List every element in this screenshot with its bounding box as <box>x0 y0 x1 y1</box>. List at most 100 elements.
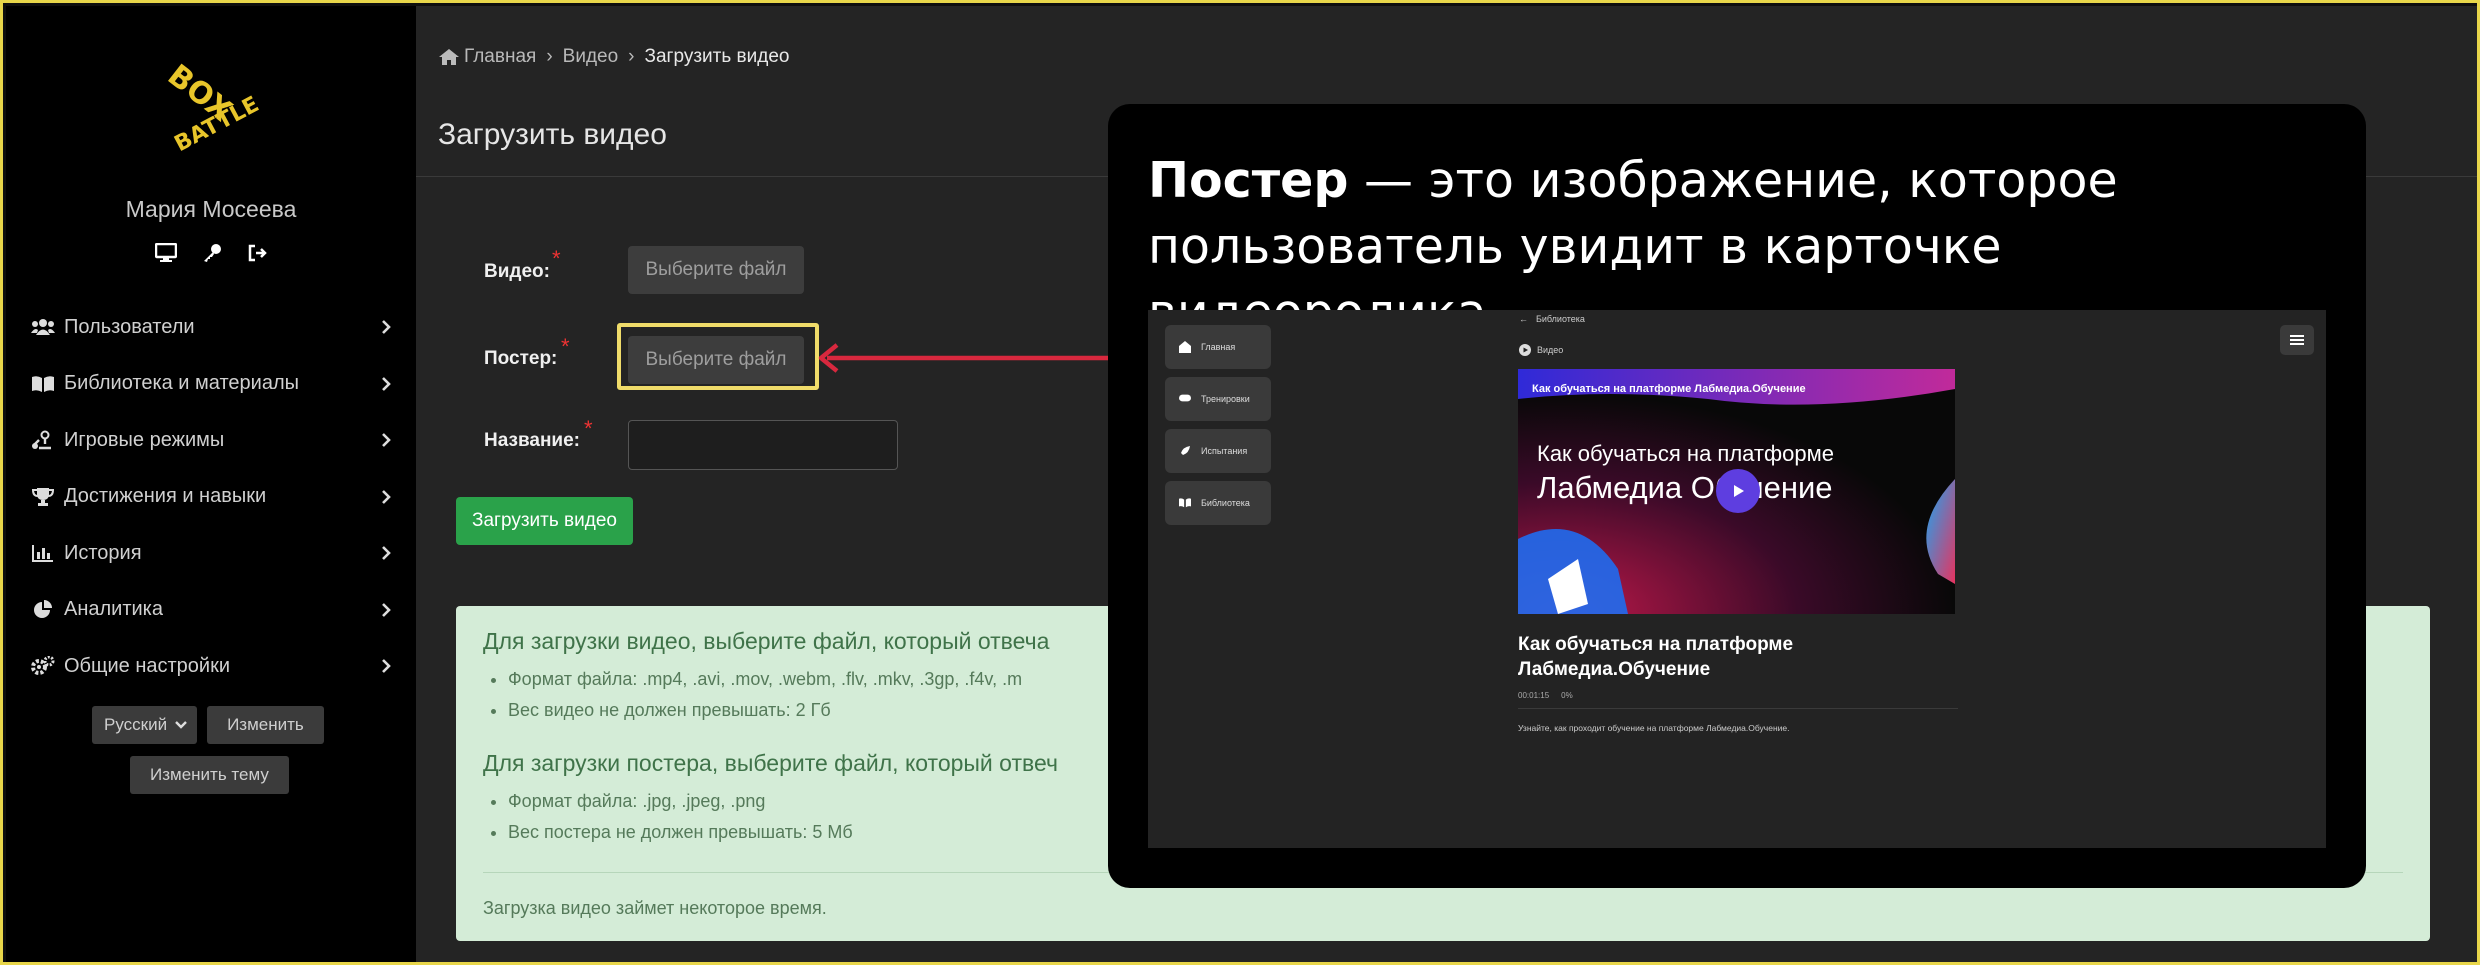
list-item: Формат файла: .jpg, .jpeg, .png <box>508 786 853 817</box>
gears-icon <box>30 655 56 677</box>
language-value: Русский <box>104 715 168 734</box>
language-select[interactable]: Русский <box>92 706 198 744</box>
home-icon <box>1179 341 1191 353</box>
breadcrumb: Главная › Видео › Загрузить видео <box>438 46 789 68</box>
logout-icon[interactable] <box>246 242 270 264</box>
video-requirements-list: Формат файла: .mp4, .avi, .mov, .webm, .… <box>508 664 1022 726</box>
sidebar-item-achievements[interactable]: Достижения и навыки <box>30 469 400 526</box>
play-button-icon <box>1716 469 1760 513</box>
sidebar-item-library[interactable]: Библиотека и материалы <box>30 356 400 413</box>
language-row: Русский Изменить <box>92 706 324 744</box>
video-requirements-heading: Для загрузки видео, выберите файл, котор… <box>483 628 1050 654</box>
required-marker: * <box>552 246 561 271</box>
monitor-icon[interactable] <box>154 242 178 264</box>
preview-nav-label: Тренировки <box>1201 394 1250 404</box>
hamburger-menu-icon <box>2280 325 2314 355</box>
preview-back-label: Библиотека <box>1536 314 1585 324</box>
upload-video-button[interactable]: Загрузить видео <box>456 497 633 545</box>
poster-requirements-list: Формат файла: .jpg, .jpeg, .png Вес пост… <box>508 786 853 848</box>
required-marker: * <box>584 416 593 441</box>
preview-section: Видео <box>1519 344 1563 356</box>
preview-nav-label: Главная <box>1201 342 1236 352</box>
poster-requirements-heading: Для загрузки постера, выберите файл, кот… <box>483 750 1058 776</box>
user-name: Мария Мосеева <box>125 196 297 222</box>
video-label: Видео: <box>484 261 550 282</box>
chevron-right-icon <box>382 659 391 674</box>
poster-preview-screenshot: Главная Тренировки Испытания Библиотека … <box>1148 310 2326 848</box>
pie-chart-icon <box>30 599 56 621</box>
breadcrumb-current: Загрузить видео <box>644 46 790 67</box>
preview-back-link: ← Библиотека <box>1519 314 1585 324</box>
users-icon <box>30 316 56 338</box>
video-poster-thumbnail: Как обучаться на платформе Лабмедиа.Обуч… <box>1518 369 1955 614</box>
thumbnail-line-2: Лабмедиа Обучение <box>1537 470 1833 505</box>
user-actions <box>154 242 270 264</box>
thumbnail-line-1: Как обучаться на платформе <box>1537 441 1834 466</box>
preview-nav-trainings: Тренировки <box>1165 377 1271 421</box>
list-item: Вес постера не должен превышать: 5 Мб <box>508 817 853 848</box>
preview-duration: 00:01:15 <box>1518 691 1550 700</box>
poster-label: Постер: <box>484 348 558 369</box>
sidebar-item-label: Игровые режимы <box>64 428 225 451</box>
name-input[interactable] <box>628 420 898 470</box>
sidebar-item-label: Пользователи <box>64 315 195 338</box>
screenshot-frame: BOX BATTLE Мария Мосеева Пользователи Би… <box>0 0 2480 965</box>
preview-nav-label: Испытания <box>1201 446 1248 456</box>
preview-nav-label: Библиотека <box>1201 498 1250 508</box>
thumbnail-caption: Как обучаться на платформе Лабмедиа.Обуч… <box>1532 383 1806 395</box>
chevron-right-icon <box>382 376 391 391</box>
preview-nav-library: Библиотека <box>1165 481 1271 525</box>
sidebar-item-game-modes[interactable]: Игровые режимы <box>30 412 400 469</box>
key-icon[interactable] <box>200 242 224 264</box>
name-label: Название: <box>484 430 581 451</box>
preview-video-meta: 00:01:15 0% <box>1518 691 1573 700</box>
preview-section-label: Видео <box>1537 345 1564 355</box>
chevron-right-icon <box>382 320 391 335</box>
chevron-right-icon <box>382 546 391 561</box>
sidebar-item-label: История <box>64 541 142 564</box>
preview-video-title: Как обучаться на платформе Лабмедиа.Обуч… <box>1518 634 1794 680</box>
chevron-right-icon <box>382 602 391 617</box>
book-icon <box>30 373 56 395</box>
poster-highlight-box <box>617 323 819 390</box>
book-icon <box>1179 497 1191 509</box>
change-language-button[interactable]: Изменить <box>207 706 324 744</box>
upload-time-note: Загрузка видео займет некоторое время. <box>483 898 827 918</box>
preview-nav-challenges: Испытания <box>1165 429 1271 473</box>
chevron-down-icon <box>175 721 187 729</box>
gamepad-icon <box>1179 393 1191 405</box>
chevron-right-icon <box>382 489 391 504</box>
arrow-left-icon: ← <box>1519 314 1528 324</box>
breadcrumb-video[interactable]: Видео <box>563 46 619 68</box>
change-theme-button[interactable]: Изменить тему <box>130 756 289 794</box>
required-marker: * <box>561 334 570 359</box>
page-title: Загрузить видео <box>438 118 667 151</box>
preview-divider <box>1518 708 1958 709</box>
list-item: Формат файла: .mp4, .avi, .mov, .webm, .… <box>508 664 1022 695</box>
home-icon <box>439 49 459 65</box>
sidebar: BOX BATTLE Мария Мосеева Пользователи Би… <box>6 6 416 962</box>
sidebar-item-settings[interactable]: Общие настройки <box>30 638 400 695</box>
breadcrumb-home[interactable]: Главная <box>464 46 536 68</box>
sidebar-item-label: Аналитика <box>64 598 163 621</box>
trophy-icon <box>30 486 56 508</box>
sidebar-item-history[interactable]: История <box>30 525 400 582</box>
sidebar-menu: Пользователи Библиотека и материалы Игро… <box>30 299 400 695</box>
bar-chart-icon <box>30 542 56 564</box>
sidebar-item-label: Библиотека и материалы <box>64 372 299 395</box>
chevron-right-icon <box>382 433 391 448</box>
sidebar-item-label: Достижения и навыки <box>64 485 267 508</box>
callout-card: Постер — это изображение, которое пользо… <box>1108 104 2366 888</box>
sidebar-item-analytics[interactable]: Аналитика <box>30 582 400 639</box>
sidebar-item-users[interactable]: Пользователи <box>30 299 400 356</box>
logo[interactable]: BOX BATTLE <box>161 56 271 157</box>
sidebar-item-label: Общие настройки <box>64 654 230 677</box>
play-circle-icon <box>1519 344 1531 356</box>
preview-nav-home: Главная <box>1165 325 1271 369</box>
rocket-icon <box>1179 445 1191 457</box>
video-file-button[interactable]: Выберите файл <box>628 246 804 294</box>
list-item: Вес видео не должен превышать: 2 Гб <box>508 695 1022 726</box>
game-mode-icon <box>30 429 56 451</box>
callout-term: Постер <box>1148 152 1349 209</box>
preview-description: Узнайте, как проходит обучение на платфо… <box>1518 723 1790 733</box>
